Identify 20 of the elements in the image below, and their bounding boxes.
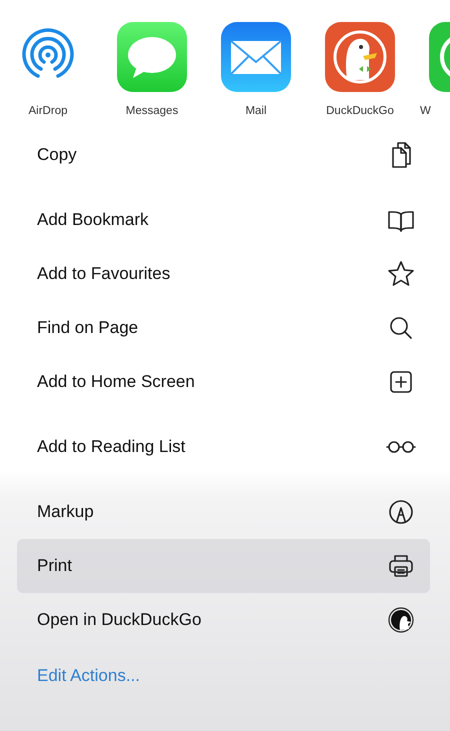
messages-icon[interactable] [117,22,187,92]
duck-logo-icon[interactable] [325,22,395,92]
app-label: DuckDuckGo [326,104,394,119]
action-item[interactable]: Add Bookmark [17,193,430,247]
star-icon [386,259,416,289]
action-item[interactable]: Add to Reading List [17,420,430,474]
markup-pen-icon [386,497,416,527]
action-item[interactable]: Print [17,539,430,593]
action-item[interactable]: Markup [17,485,430,539]
duck-icon [386,605,416,635]
action-item[interactable]: Add to Home Screen [17,355,430,409]
mail-icon[interactable] [221,22,291,92]
app-label: W [419,104,431,119]
action-item[interactable]: Add to Favourites [17,247,430,301]
action-item[interactable]: Copy [17,128,430,182]
app-label: Messages [126,104,178,119]
app-label: AirDrop [28,104,68,119]
app-label: Mail [245,104,267,119]
action-item[interactable]: Open in DuckDuckGo [17,593,430,647]
action-item[interactable]: Find on Page [17,301,430,355]
